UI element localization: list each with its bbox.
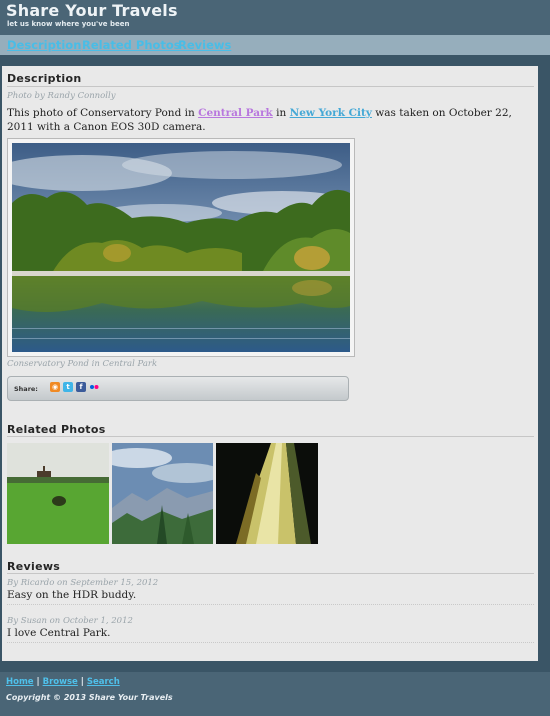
review-meta: By Ricardo on September 15, 2012: [7, 578, 159, 588]
photo-description: This photo of Conservatory Pond in Centr…: [7, 106, 532, 134]
photo-caption: Conservatory Pond in Central Park: [7, 359, 158, 369]
share-label: Share:: [14, 385, 38, 393]
header-divider: [0, 55, 550, 66]
review-text: I love Central Park.: [7, 627, 111, 639]
related-photo-2[interactable]: [112, 443, 213, 544]
related-photos-heading: Related Photos: [7, 423, 106, 436]
main-content: Description Photo by Randy Connolly This…: [2, 66, 538, 661]
nav-link-related-photos[interactable]: Related Photos: [82, 38, 181, 52]
main-photo-frame: [7, 138, 355, 357]
related-rule: [7, 436, 534, 437]
site-title: Share Your Travels: [6, 1, 178, 20]
copyright: Copyright © 2013 Share Your Travels: [6, 693, 173, 702]
review-meta: By Susan on October 1, 2012: [7, 616, 133, 626]
top-nav: Description Related Photos Reviews: [0, 35, 550, 55]
rss-icon[interactable]: ◉: [50, 382, 60, 392]
footer-link-browse[interactable]: Browse: [43, 677, 78, 687]
twitter-icon[interactable]: t: [63, 382, 73, 392]
review-divider: [7, 604, 534, 605]
central-park-link[interactable]: Central Park: [198, 107, 273, 119]
facebook-icon[interactable]: f: [76, 382, 86, 392]
description-rule: [7, 86, 534, 87]
new-york-city-link[interactable]: New York City: [290, 107, 372, 119]
footer-separator: |: [36, 677, 40, 687]
review-text: Easy on the HDR buddy.: [7, 589, 137, 601]
photo-byline: Photo by Randy Connolly: [7, 91, 116, 101]
related-photo-1[interactable]: [7, 443, 109, 544]
reviews-rule: [7, 573, 534, 574]
share-bar: Share: ◉ t f: [7, 376, 349, 401]
footer-link-home[interactable]: Home: [6, 677, 34, 687]
footer-link-search[interactable]: Search: [87, 677, 120, 687]
mountains-thumbnail: [112, 443, 213, 544]
description-text-part: This photo of Conservatory Pond in: [7, 107, 199, 119]
conservatory-pond-image: [12, 143, 350, 352]
review-divider: [7, 642, 534, 643]
reviews-heading: Reviews: [7, 560, 61, 573]
nav-link-reviews[interactable]: Reviews: [178, 38, 231, 52]
site-header: Share Your Travels let us know where you…: [0, 0, 550, 35]
site-footer: Home | Browse | Search Copyright © 2013 …: [0, 672, 550, 716]
description-text-part: in: [272, 107, 290, 119]
site-tagline: let us know where you've been: [7, 20, 130, 28]
flickr-icon[interactable]: [89, 382, 99, 392]
footer-nav: Home | Browse | Search: [6, 677, 120, 687]
skyscraper-thumbnail: [216, 443, 318, 544]
related-photo-3[interactable]: [216, 443, 318, 544]
field-thumbnail: [7, 443, 109, 544]
footer-separator: |: [80, 677, 84, 687]
main-photo[interactable]: [12, 143, 350, 352]
nav-link-description[interactable]: Description: [7, 38, 81, 52]
description-heading: Description: [7, 72, 82, 85]
